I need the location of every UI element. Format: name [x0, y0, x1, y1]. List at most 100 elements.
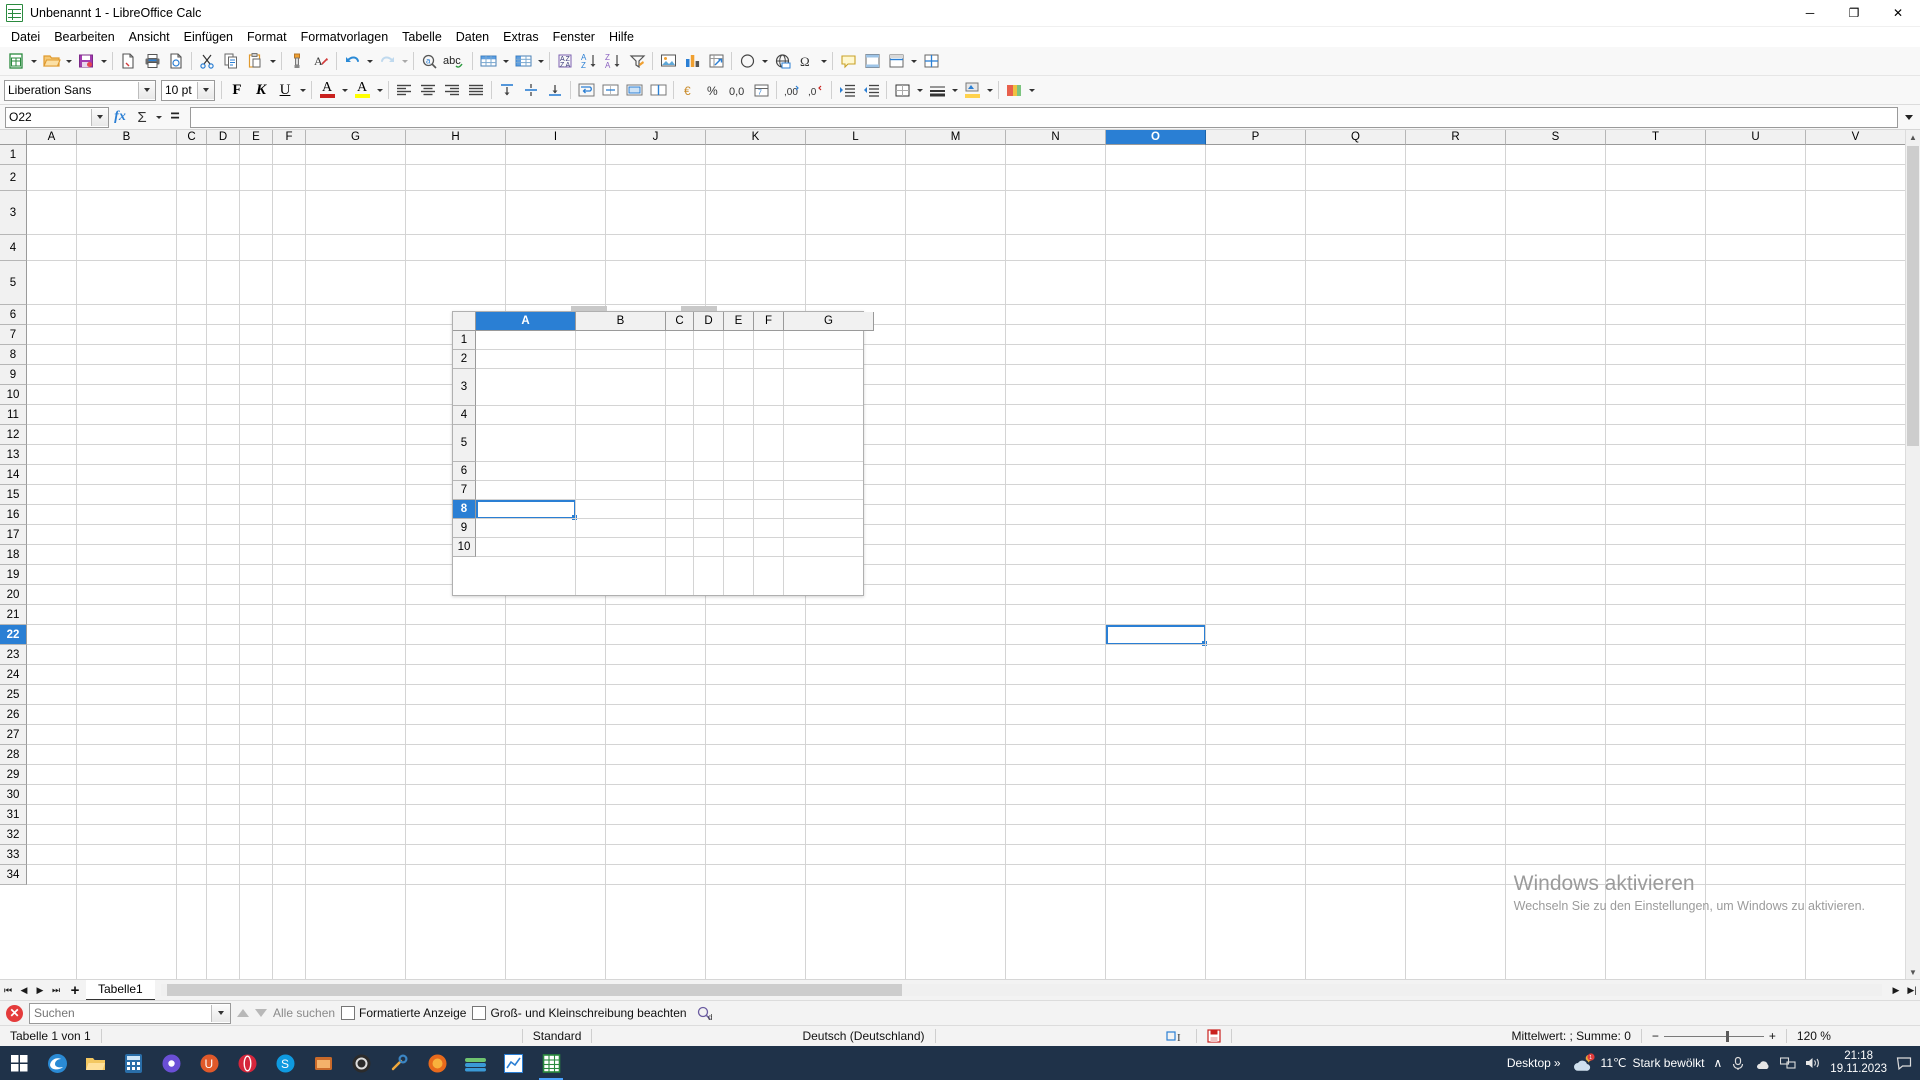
row-header-6[interactable]: 6: [0, 305, 27, 325]
floating-sheet-preview[interactable]: ABCDEFG 1 2 3 4 5 6 7 8 9 10: [452, 306, 874, 596]
sort-descending-icon[interactable]: ZA: [601, 49, 625, 73]
weather-widget[interactable]: 1 11℃ Stark bewölkt: [1570, 1053, 1705, 1073]
copy-icon[interactable]: [219, 49, 243, 73]
row-header-16[interactable]: 16: [0, 505, 27, 525]
paste-icon[interactable]: [243, 49, 267, 73]
column-header-row[interactable]: ABCDEFGHIJKLMNOPQRSTUV: [0, 130, 1906, 145]
column-header-D[interactable]: D: [207, 130, 240, 145]
freeze-dropdown[interactable]: [908, 49, 919, 73]
close-button[interactable]: ✕: [1876, 0, 1920, 26]
undo-icon[interactable]: [340, 49, 364, 73]
row-header-31[interactable]: 31: [0, 805, 27, 825]
horizontal-scroll-thumb[interactable]: [166, 984, 902, 996]
column-header-V[interactable]: V: [1806, 130, 1906, 145]
float-column-header-D[interactable]: D: [694, 312, 724, 331]
name-box-dropdown[interactable]: [91, 108, 108, 126]
scroll-down-button[interactable]: ▼: [1906, 965, 1920, 979]
column-header-N[interactable]: N: [1006, 130, 1106, 145]
row-header-24[interactable]: 24: [0, 665, 27, 685]
match-case-box[interactable]: [472, 1006, 487, 1020]
font-color-button[interactable]: A: [315, 78, 339, 102]
insert-row-icon[interactable]: [476, 49, 500, 73]
select-all-corner[interactable]: [0, 130, 27, 145]
float-row-header-1[interactable]: 1: [453, 331, 476, 350]
notification-icon[interactable]: [1896, 1056, 1912, 1071]
ubuntu-icon[interactable]: U: [190, 1046, 228, 1080]
float-column-header-row[interactable]: ABCDEFG: [453, 312, 874, 331]
column-header-B[interactable]: B: [77, 130, 177, 145]
format-percent-button[interactable]: %: [701, 78, 725, 102]
row-header-22[interactable]: 22: [0, 625, 27, 645]
underline-button[interactable]: U: [273, 78, 297, 102]
libreoffice-calc-icon[interactable]: [532, 1046, 570, 1080]
zoom-level-status[interactable]: 120 %: [1787, 1029, 1841, 1043]
menu-formatvorlagen[interactable]: Formatvorlagen: [294, 29, 396, 45]
row-header-19[interactable]: 19: [0, 565, 27, 585]
pivot-table-icon[interactable]: [704, 49, 728, 73]
font-name-dropdown[interactable]: [138, 81, 155, 99]
horizontal-scrollbar[interactable]: [160, 984, 1882, 996]
start-icon[interactable]: [0, 1046, 38, 1080]
zoom-handle[interactable]: [1725, 1030, 1729, 1042]
skype-icon[interactable]: S: [266, 1046, 304, 1080]
split-handle-horizontal[interactable]: [571, 306, 607, 311]
page-style-status[interactable]: Standard: [523, 1029, 592, 1043]
conditional-formatting-dropdown[interactable]: [1026, 78, 1037, 102]
row-header-11[interactable]: 11: [0, 405, 27, 425]
column-header-G[interactable]: G: [306, 130, 406, 145]
italic-button[interactable]: K: [249, 78, 273, 102]
row-header-17[interactable]: 17: [0, 525, 27, 545]
money-icon[interactable]: [456, 1046, 494, 1080]
sort-ascending-icon[interactable]: AZ: [577, 49, 601, 73]
print-icon[interactable]: [140, 49, 164, 73]
conditional-formatting-button[interactable]: [1002, 78, 1026, 102]
special-character-dropdown[interactable]: [818, 49, 829, 73]
float-column-header-C[interactable]: C: [666, 312, 694, 331]
split-handle-vertical[interactable]: [681, 306, 717, 311]
align-bottom-button[interactable]: [543, 78, 567, 102]
column-header-P[interactable]: P: [1206, 130, 1306, 145]
formula-icon[interactable]: =: [164, 106, 186, 128]
row-header-3[interactable]: 3: [0, 191, 27, 235]
column-header-R[interactable]: R: [1406, 130, 1506, 145]
desktop-peek[interactable]: Desktop »: [1507, 1056, 1561, 1070]
find-next-icon[interactable]: [255, 1009, 267, 1017]
menu-bearbeiten[interactable]: Bearbeiten: [47, 29, 121, 45]
undo-dropdown[interactable]: [364, 49, 375, 73]
add-decimal-button[interactable]: ,00: [780, 78, 804, 102]
split-window-icon[interactable]: [919, 49, 943, 73]
float-row-header-3[interactable]: 3: [453, 369, 476, 406]
wrap-text-button[interactable]: [574, 78, 598, 102]
align-center-vertical-button[interactable]: [519, 78, 543, 102]
column-header-O[interactable]: O: [1106, 130, 1206, 145]
search-input[interactable]: [30, 1003, 212, 1023]
tools-icon[interactable]: [380, 1046, 418, 1080]
selection-mode-icon[interactable]: I: [1156, 1030, 1196, 1043]
loom-icon[interactable]: [152, 1046, 190, 1080]
expand-formula-bar-icon[interactable]: [1900, 106, 1918, 128]
row-header-12[interactable]: 12: [0, 425, 27, 445]
new-document-dropdown[interactable]: [28, 49, 39, 73]
add-sheet-button[interactable]: +: [64, 981, 86, 999]
clear-formatting-icon[interactable]: A: [309, 49, 333, 73]
menu-hilfe[interactable]: Hilfe: [602, 29, 641, 45]
row-header-34[interactable]: 34: [0, 865, 27, 885]
insert-row-dropdown[interactable]: [500, 49, 511, 73]
search-history-dropdown[interactable]: [211, 1004, 230, 1022]
menu-fenster[interactable]: Fenster: [546, 29, 602, 45]
tray-chevron-icon[interactable]: ∧: [1714, 1056, 1723, 1070]
font-color-dropdown[interactable]: [339, 78, 350, 102]
column-header-H[interactable]: H: [406, 130, 506, 145]
menu-datei[interactable]: Datei: [4, 29, 47, 45]
indent-increase-button[interactable]: [835, 78, 859, 102]
indent-decrease-button[interactable]: [859, 78, 883, 102]
column-header-S[interactable]: S: [1506, 130, 1606, 145]
merge-center-button[interactable]: [622, 78, 646, 102]
menu-extras[interactable]: Extras: [496, 29, 545, 45]
document-modified-icon[interactable]: [1197, 1029, 1231, 1043]
row-header-32[interactable]: 32: [0, 825, 27, 845]
row-header-29[interactable]: 29: [0, 765, 27, 785]
comment-icon[interactable]: [836, 49, 860, 73]
first-sheet-button[interactable]: ⏮: [0, 981, 16, 999]
sum-dropdown[interactable]: [153, 105, 164, 129]
